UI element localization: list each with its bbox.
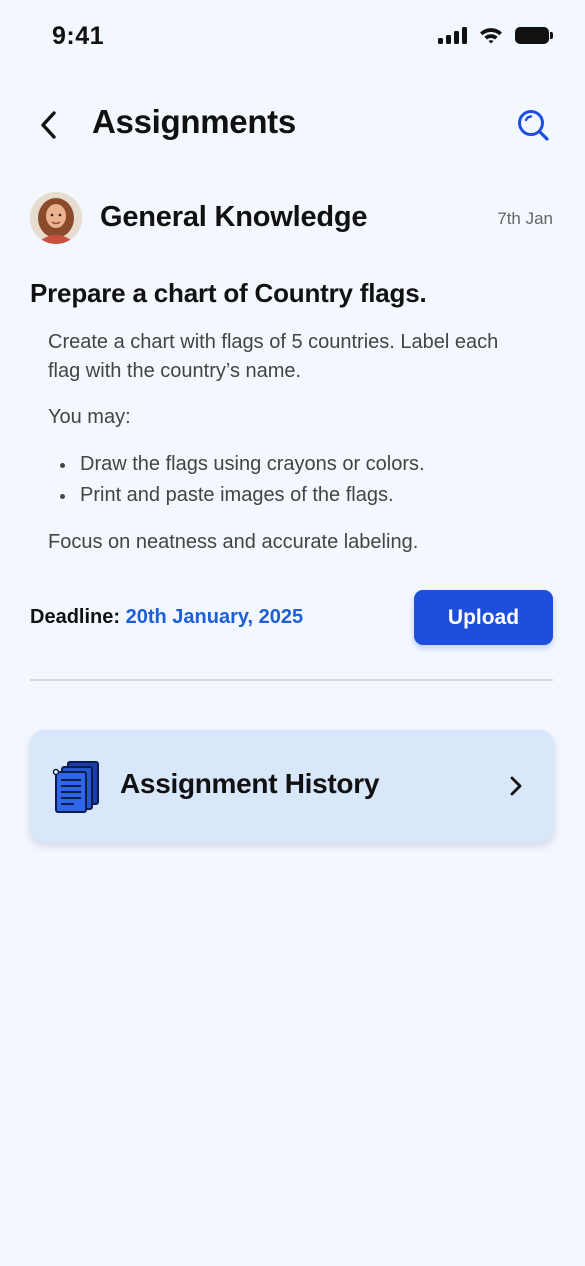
subject-name: General Knowledge — [100, 201, 368, 233]
documents-stack-icon — [52, 761, 99, 813]
status-bar: 9:41 — [0, 0, 585, 70]
upload-button[interactable]: Upload — [414, 590, 553, 645]
assignment-description: Create a chart with flags of 5 countries… — [48, 328, 528, 574]
chevron-left-icon — [41, 111, 56, 139]
avatar[interactable] — [30, 192, 82, 244]
search-button[interactable] — [513, 105, 553, 145]
wifi-icon — [480, 28, 502, 44]
assignment-options-list: Draw the flags using crayons or colors. … — [48, 449, 528, 511]
assignment-title: Prepare a chart of Country flags. — [30, 278, 427, 308]
deadline: Deadline: 20th January, 2025 — [30, 606, 303, 629]
header: Assignments — [0, 95, 585, 155]
assignment-history-button[interactable]: Assignment History — [30, 730, 554, 842]
battery-icon — [515, 26, 553, 44]
search-icon — [518, 110, 549, 141]
subject-row: General Knowledge 7th Jan — [30, 192, 555, 246]
page-title: Assignments — [92, 103, 296, 140]
assignment-date: 7th Jan — [497, 209, 553, 228]
assignment-options-intro: You may: — [48, 406, 131, 428]
chevron-right-icon — [506, 772, 526, 800]
status-time: 9:41 — [52, 22, 105, 50]
teacher-avatar-image — [30, 192, 82, 244]
status-icons — [438, 26, 553, 44]
list-item: Print and paste images of the flags. — [48, 480, 528, 511]
assignments-screen: 9:41 Assignments General Knowledge 7th J… — [0, 0, 585, 1266]
assignment-note: Focus on neatness and accurate labeling. — [48, 531, 419, 553]
assignment-instructions: Create a chart with flags of 5 countries… — [48, 331, 499, 382]
back-button[interactable] — [32, 105, 66, 145]
assignment-history-label: Assignment History — [120, 768, 380, 799]
cellular-signal-icon — [438, 26, 467, 44]
deadline-date: 20th January, 2025 — [125, 606, 304, 628]
divider — [30, 679, 553, 681]
deadline-label: Deadline: — [30, 606, 121, 628]
list-item: Draw the flags using crayons or colors. — [48, 449, 528, 480]
